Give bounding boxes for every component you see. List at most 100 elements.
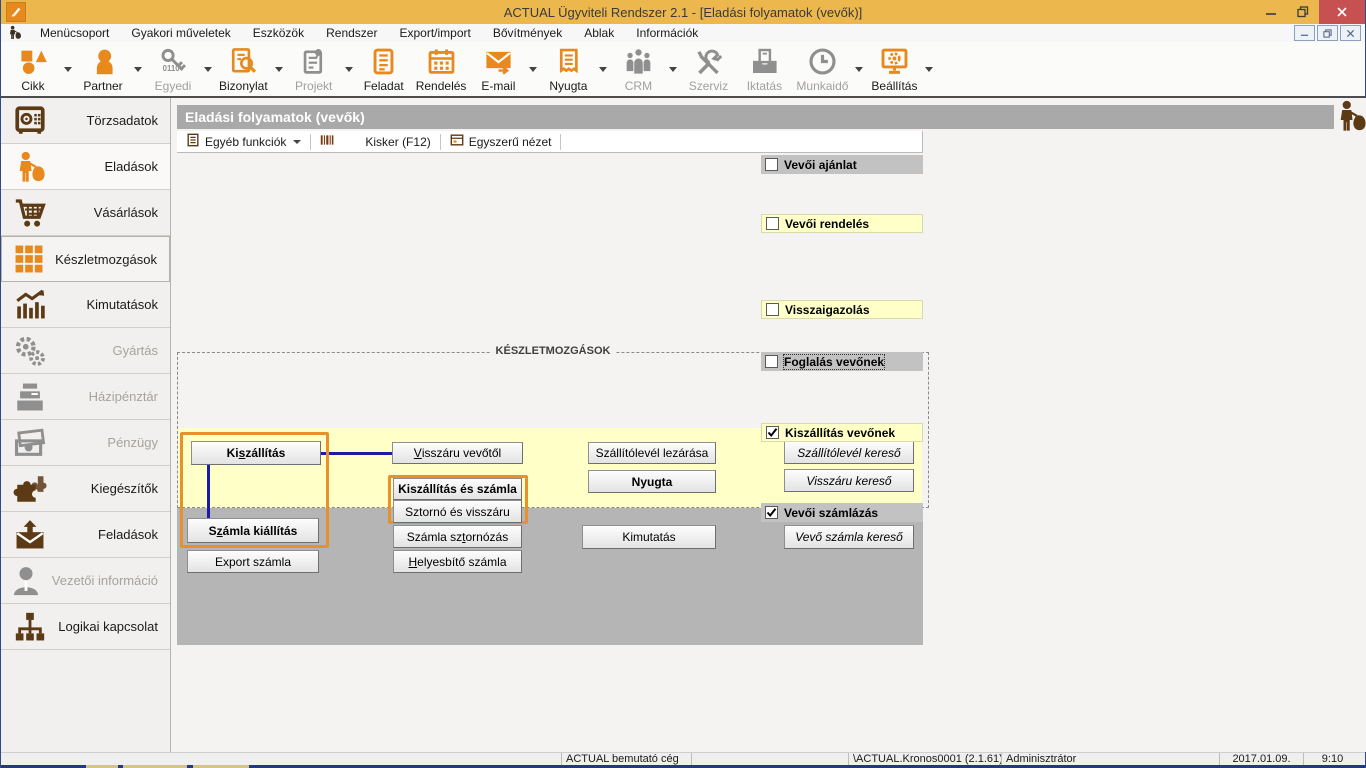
checkbox-label: Visszaigazolás	[785, 303, 870, 317]
people-group-icon	[624, 46, 653, 78]
kiszallitas-es-szamla-button[interactable]: Kiszállítás és számla	[393, 478, 522, 500]
chevron-down-icon[interactable]	[596, 43, 610, 95]
chevron-down-icon[interactable]	[131, 43, 145, 95]
checkbox-label: Vevői számlázás	[784, 506, 878, 520]
more-functions-button[interactable]: Egyéb funkciók	[177, 131, 310, 152]
toolbar-label: Bizonylat	[219, 79, 268, 93]
mdi-restore-button[interactable]	[1317, 25, 1338, 41]
mdi-close-button[interactable]	[1340, 25, 1361, 41]
notepad-icon	[369, 46, 398, 78]
toolbar-feladat-button[interactable]: Feladat	[356, 43, 412, 95]
sidebar-item-gyártás[interactable]: Gyártás	[1, 328, 170, 374]
cash-register-icon	[1, 380, 59, 414]
visszaru-kereso-button[interactable]: Visszáru kereső	[784, 469, 914, 492]
kiszallitas-button[interactable]: Kiszállítás	[191, 441, 321, 465]
toolbar-bizonylat-button[interactable]: Bizonylat	[215, 43, 272, 95]
toolbar-cikk-button[interactable]: Cikk	[5, 43, 61, 95]
helyesbito-szamla-button[interactable]: Helyesbítő számla	[393, 550, 522, 573]
sidebar-item-vezetői-információ[interactable]: Vezetői információ	[1, 558, 170, 604]
sidebar-item-eladások[interactable]: Eladások	[1, 144, 170, 190]
menu-ablak[interactable]: Ablak	[573, 26, 625, 40]
restore-button[interactable]	[1287, 0, 1319, 24]
document-search-icon	[229, 46, 258, 78]
toolbar-projekt-button[interactable]: Projekt	[286, 43, 342, 95]
chevron-down-icon[interactable]	[61, 43, 75, 95]
export-szamla-button[interactable]: Export számla	[187, 550, 319, 573]
sidebar-item-házipénztár[interactable]: Házipénztár	[1, 374, 170, 420]
kimutatas-button[interactable]: Kimutatás	[582, 525, 716, 549]
sidebar-item-logikai-kapcsolat[interactable]: Logikai kapcsolat	[1, 604, 170, 650]
chevron-down-icon[interactable]	[342, 43, 356, 95]
connector-line-horizontal	[321, 452, 392, 455]
menu-gyakori-m-veletek[interactable]: Gyakori műveletek	[120, 26, 241, 40]
sidebar-item-feladások[interactable]: Feladások	[1, 512, 170, 558]
toolbar-be-ll-t-s-button[interactable]: Beállítás	[866, 43, 922, 95]
main-content: Eladási folyamatok (vevők) Egyéb funkció…	[171, 98, 1366, 752]
chevron-down-icon[interactable]	[526, 43, 540, 95]
toolbar-crm-button[interactable]: CRM	[610, 43, 666, 95]
sidebar-item-kiegészítők[interactable]: Kiegészítők	[1, 466, 170, 512]
checkbox-foglalas[interactable]	[765, 355, 778, 368]
szamla-sztornozas-button[interactable]: Számla sztornózás	[393, 525, 522, 548]
checkbox-label: Vevői rendelés	[785, 217, 869, 231]
group-label: KÉSZLETMOZGÁSOK	[491, 345, 616, 357]
toolbar-label: Munkaidő	[796, 79, 848, 93]
sales-person-icon	[1, 150, 59, 184]
toolbar-label: Iktatás	[747, 79, 782, 93]
checkbox-kiszallitas-vevonek[interactable]	[766, 426, 779, 439]
envelope-icon	[484, 46, 513, 78]
checkbox-rendeles[interactable]	[766, 217, 779, 230]
menu-b-v-tm-nyek[interactable]: Bővítmények	[482, 26, 573, 40]
visszaru-vevotol-button[interactable]: Visszáru vevőtől	[392, 442, 523, 464]
checkbox-ajanlat[interactable]	[765, 158, 778, 171]
toolbar-munkaid--button[interactable]: Munkaidő	[792, 43, 852, 95]
kisker-button[interactable]: Kisker (F12)	[311, 131, 439, 152]
szallitolevel-lezarasa-button[interactable]: Szállítólevél lezárása	[588, 442, 716, 464]
chevron-down-icon[interactable]	[852, 43, 866, 95]
monitor-gear-icon	[880, 46, 909, 78]
toolbar-e-mail-button[interactable]: E-mail	[470, 43, 526, 95]
sidebar-item-törzsadatok[interactable]: Törzsadatok	[1, 98, 170, 144]
szallitolevel-kereso-button[interactable]: Szállítólevél kereső	[784, 441, 914, 464]
toolbar-iktat-s-button[interactable]: Iktatás	[736, 43, 792, 95]
window-title: ACTUAL Ügyviteli Rendszer 2.1 - [Eladási…	[1, 5, 1365, 20]
chevron-down-icon[interactable]	[666, 43, 680, 95]
toolbar-egyedi-button[interactable]: 0110Egyedi	[145, 43, 201, 95]
szamla-kiallitas-button[interactable]: Számla kiállítás	[187, 518, 319, 543]
checkbox-vevoi-szamlazas[interactable]	[765, 506, 778, 519]
close-button[interactable]	[1319, 0, 1365, 24]
menu-inform-ci-k[interactable]: Információk	[625, 26, 709, 40]
checkbox-visszaigazolas[interactable]	[766, 303, 779, 316]
menu-export-import[interactable]: Export/import	[388, 26, 481, 40]
sidebar-item-vásárlások[interactable]: Vásárlások	[1, 190, 170, 236]
toolbar-nyugta-button[interactable]: Nyugta	[540, 43, 596, 95]
checkbox-label: Foglalás vevőnek	[784, 355, 884, 369]
chevron-down-icon[interactable]	[272, 43, 286, 95]
simple-view-icon	[450, 133, 464, 150]
sztorno-es-visszaru-button[interactable]: Sztornó és visszáru	[393, 500, 522, 523]
toolbar-rendel-s-button[interactable]: Rendelés	[412, 43, 471, 95]
chevron-down-icon[interactable]	[922, 43, 936, 95]
grid-icon	[2, 242, 55, 276]
minimize-button[interactable]	[1255, 0, 1287, 24]
menu-rendszer[interactable]: Rendszer	[315, 26, 388, 40]
toolbar-partner-button[interactable]: Partner	[75, 43, 131, 95]
simple-view-button[interactable]: Egyszerű nézet	[441, 131, 561, 152]
main-toolbar: Cikk Partner 0110Egyedi Bizonylat Projekt Fel…	[1, 42, 1365, 98]
chevron-down-icon[interactable]	[201, 43, 215, 95]
barcode-icon	[320, 133, 334, 150]
toolbar-label: CRM	[625, 79, 652, 93]
menu-men-csoport[interactable]: Menücsoport	[29, 26, 120, 40]
vevo-szamla-kereso-button[interactable]: Vevő számla kereső	[784, 525, 914, 549]
nyugta-button[interactable]: Nyugta	[588, 470, 716, 493]
checkbox-row-kiszallitas-vevonek: Kiszállítás vevőnek	[761, 423, 923, 442]
toolbar-label: Rendelés	[416, 79, 467, 93]
sidebar-item-label: Logikai kapcsolat	[58, 619, 170, 634]
sidebar-item-kimutatások[interactable]: Kimutatások	[1, 282, 170, 328]
mdi-minimize-button[interactable]	[1294, 25, 1315, 41]
menu-eszk-z-k[interactable]: Eszközök	[242, 26, 315, 40]
sidebar-item-pénzügy[interactable]: Pénzügy	[1, 420, 170, 466]
money-icon	[1, 426, 59, 460]
toolbar-szerviz-button[interactable]: Szerviz	[680, 43, 736, 95]
sidebar-item-készletmozgások[interactable]: Készletmozgások	[1, 236, 170, 282]
